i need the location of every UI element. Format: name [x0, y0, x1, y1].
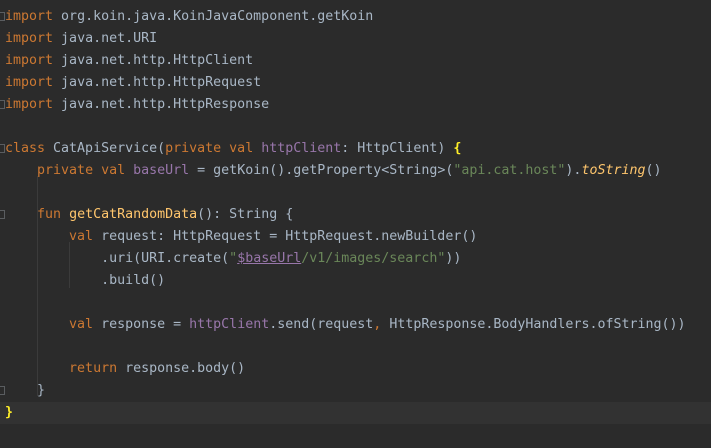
keyword-import: import: [5, 75, 54, 90]
code-line[interactable]: val request: HttpRequest = HttpRequest.n…: [0, 226, 711, 248]
import-path: java.net.http.HttpRequest: [53, 75, 262, 90]
keyword-import: import: [5, 9, 54, 24]
string-literal: "api.cat.host": [453, 163, 566, 178]
expression: HttpResponse.BodyHandlers.ofString()): [381, 317, 686, 332]
expression: request: HttpRequest = HttpRequest.newBu…: [93, 229, 478, 244]
expression: .uri(URI.create(: [101, 251, 230, 266]
keyword-return: return: [69, 361, 118, 376]
expression: .build(): [101, 273, 166, 288]
keyword-val: val: [69, 317, 94, 332]
string-quote: ": [229, 251, 238, 266]
matched-brace-open: {: [453, 141, 462, 156]
expression: ).: [565, 163, 582, 178]
string-literal: /v1/images/search: [301, 251, 438, 266]
import-path: java.net.http.HttpClient: [53, 53, 254, 68]
code-line[interactable]: }: [0, 380, 711, 402]
keyword-import: import: [5, 97, 54, 112]
class-name: CatApiService(: [45, 141, 166, 156]
extension-call: toString: [581, 163, 646, 178]
expression: response.body(): [117, 361, 246, 376]
property-httpclient: httpClient: [253, 141, 342, 156]
expression: (): [645, 163, 662, 178]
code-line[interactable]: import java.net.http.HttpRequest: [0, 72, 711, 94]
property-httpclient: httpClient: [189, 317, 270, 332]
code-editor[interactable]: import org.koin.java.KoinJavaComponent.g…: [0, 0, 711, 448]
function-name: getCatRandomData: [61, 207, 198, 222]
code-line[interactable]: fun getCatRandomData(): String {: [0, 204, 711, 226]
keyword-val: val: [93, 163, 126, 178]
keyword-import: import: [5, 31, 54, 46]
property-baseurl: baseUrl: [125, 163, 190, 178]
keyword-private: private: [165, 141, 222, 156]
keyword-import: import: [5, 53, 54, 68]
keyword-class: class: [5, 141, 46, 156]
function-signature: (): String {: [197, 207, 294, 222]
matched-brace-close: }: [5, 405, 14, 420]
code-line[interactable]: .uri(URI.create("$baseUrl/v1/images/sear…: [0, 248, 711, 270]
keyword-private: private: [37, 163, 94, 178]
code-line[interactable]: import java.net.URI: [0, 28, 711, 50]
code-line[interactable]: class CatApiService(private val httpClie…: [0, 138, 711, 160]
expression: response =: [93, 317, 190, 332]
closing-brace: }: [37, 383, 46, 398]
expression: = getKoin().getProperty<String>(: [189, 163, 454, 178]
keyword-fun: fun: [37, 207, 62, 222]
import-path: java.net.http.HttpResponse: [53, 97, 270, 112]
code-line[interactable]: .build(): [0, 270, 711, 292]
type-annotation: : HttpClient): [341, 141, 454, 156]
code-line[interactable]: import java.net.http.HttpClient: [0, 50, 711, 72]
expression: .send(request: [269, 317, 374, 332]
current-code-line[interactable]: }: [0, 402, 711, 424]
keyword-val: val: [69, 229, 94, 244]
code-line[interactable]: import org.koin.java.KoinJavaComponent.g…: [0, 6, 711, 28]
expression: )): [445, 251, 462, 266]
import-path: java.net.URI: [53, 31, 158, 46]
keyword-val: val: [221, 141, 254, 156]
string-template: $baseUrl: [237, 251, 302, 266]
code-line[interactable]: return response.body(): [0, 358, 711, 380]
code-line[interactable]: val response = httpClient.send(request, …: [0, 314, 711, 336]
code-line[interactable]: private val baseUrl = getKoin().getPrope…: [0, 160, 711, 182]
import-path: org.koin.java.KoinJavaComponent.getKoin: [53, 9, 374, 24]
code-line[interactable]: import java.net.http.HttpResponse: [0, 94, 711, 116]
